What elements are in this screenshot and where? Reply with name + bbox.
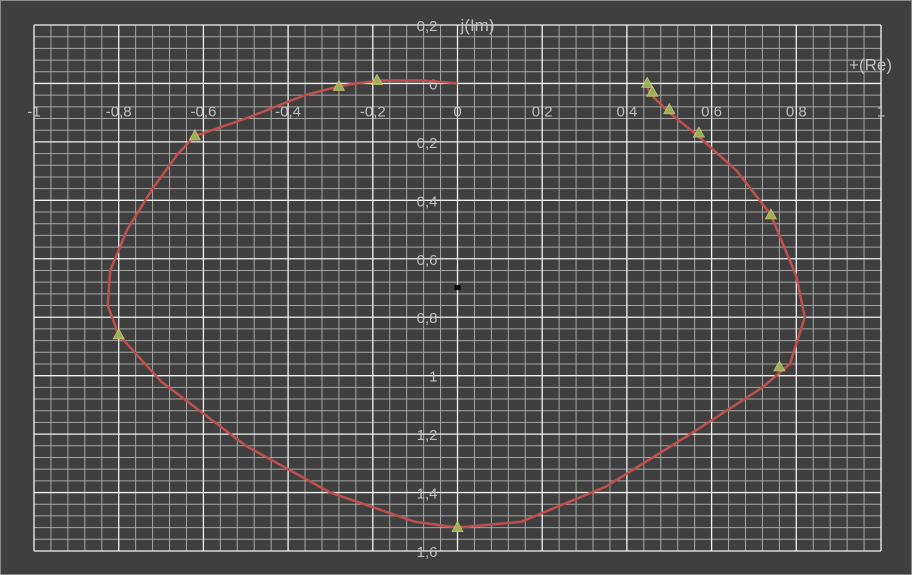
y-tick-label: 0,2 — [417, 135, 438, 152]
x-tick-label: 0,6 — [701, 103, 722, 120]
y-tick-label: 1,4 — [417, 486, 438, 503]
x-tick-label: 0,2 — [532, 103, 553, 120]
y-tick-label: 0,2 — [417, 18, 438, 35]
y-tick-label: 1,6 — [417, 544, 438, 561]
x-tick-label: 0,8 — [786, 103, 807, 120]
y-axis-title: j(Im) — [460, 16, 495, 35]
nyquist-chart: -1 -0,8 -0,6 -0,4 -0,2 0 0,2 0,4 0,6 0,8 1 0,200,2… — [1, 1, 911, 574]
x-tick-label: -0,2 — [360, 103, 386, 120]
y-tick-label: 0 — [429, 76, 437, 93]
y-tick-label: 0,6 — [417, 252, 438, 269]
annotation-marker — [454, 285, 461, 290]
x-tick-label: 0 — [453, 103, 461, 120]
y-tick-label: 1 — [429, 369, 437, 386]
x-tick-label: 0,4 — [616, 103, 637, 120]
y-tick-label: 1,2 — [417, 427, 438, 444]
y-tick-label: 0,8 — [417, 310, 438, 327]
x-tick-label: -0,6 — [190, 103, 216, 120]
y-tick-label: 0,4 — [417, 193, 438, 210]
x-tick-label: -1 — [27, 103, 40, 120]
x-tick-label: -0,8 — [106, 103, 132, 120]
x-tick-label: 1 — [877, 103, 885, 120]
annotation-layer — [454, 285, 461, 290]
x-axis-title: +(Re) — [849, 55, 892, 74]
